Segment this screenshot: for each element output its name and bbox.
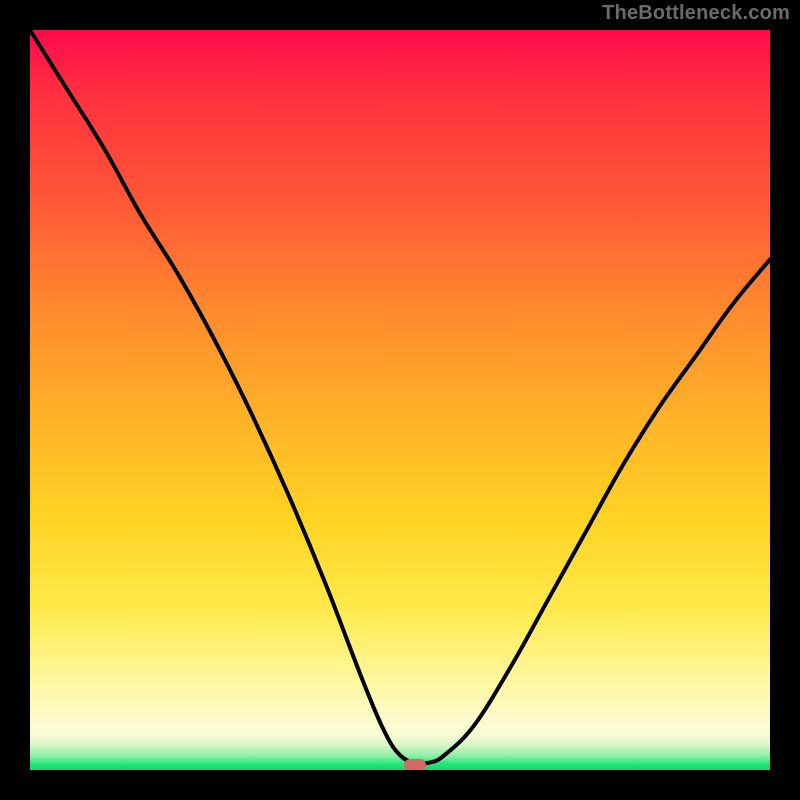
plot-area (30, 30, 770, 770)
chart-frame: TheBottleneck.com (0, 0, 800, 800)
watermark-text: TheBottleneck.com (602, 2, 790, 25)
bottleneck-curve (30, 30, 770, 770)
optimum-marker (404, 759, 426, 770)
